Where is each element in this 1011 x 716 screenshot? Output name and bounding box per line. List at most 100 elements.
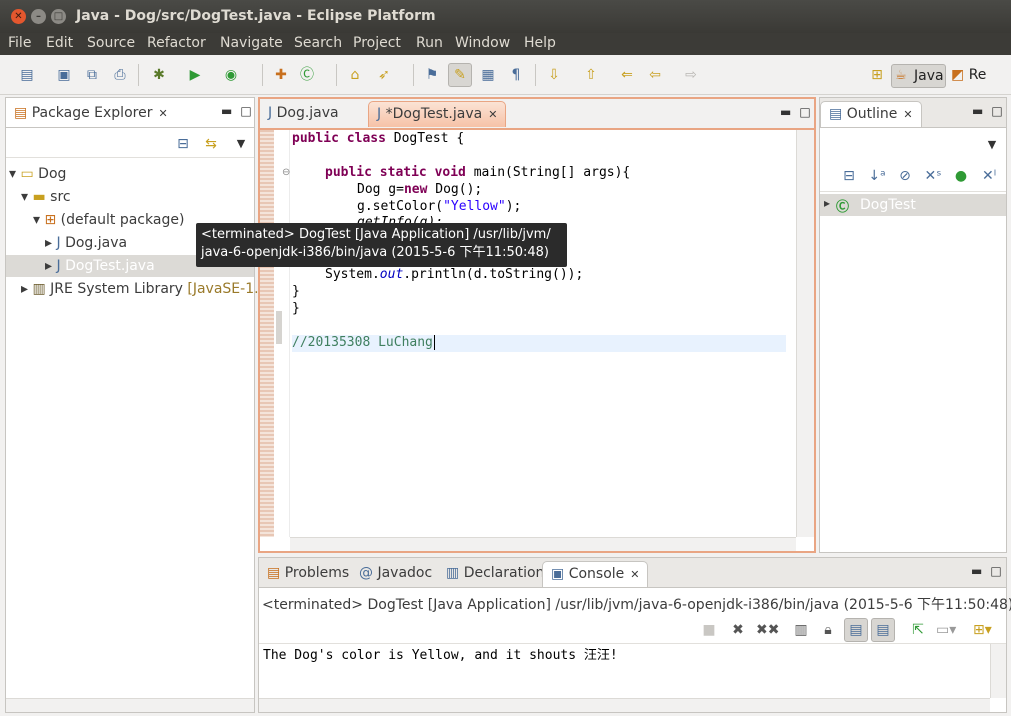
tab-dog-java[interactable]: J Dog.java [260, 101, 347, 127]
remove-launch-icon[interactable]: ✖ [729, 621, 747, 639]
collapse-arrow-icon[interactable]: ▸ [21, 281, 28, 297]
tab-dogtest-java[interactable]: J *DogTest.java ✕ [368, 101, 507, 127]
show-on-stdout-icon[interactable]: ▤ [847, 621, 865, 639]
minimize-maximize-icon[interactable]: ▬□ [221, 104, 260, 118]
tab-javadoc[interactable]: @ Javadoc [351, 561, 440, 587]
minimize-maximize-icon[interactable]: ▬□ [971, 564, 1010, 578]
package-explorer-tab[interactable]: ▤ Package Explorer ✕ [6, 101, 176, 127]
tree-item-src[interactable]: ▾ ▬ src [21, 189, 71, 205]
tree-item-dogtest-java[interactable]: ▸ J DogTest.java [45, 258, 155, 274]
collapse-arrow-icon[interactable]: ▸ [45, 235, 52, 251]
scroll-lock-icon[interactable]: 🔒︎ [819, 621, 837, 639]
remove-all-launches-icon[interactable]: ✖✖ [756, 621, 779, 639]
menu-refactor[interactable]: Refactor [147, 35, 206, 51]
close-icon[interactable]: ✕ [903, 108, 912, 121]
horizontal-scrollbar[interactable] [259, 698, 990, 712]
last-edit-icon[interactable]: ⇐ [618, 66, 636, 84]
code-line-12[interactable]: //20135308 LuChang [292, 335, 435, 350]
save-all-icon[interactable]: ⧉ [83, 66, 101, 84]
next-annotation-icon[interactable]: ⇩ [545, 66, 563, 84]
code-line-4[interactable]: Dog g=new Dog(); [357, 182, 482, 197]
outline-tab[interactable]: ▤ Outline ✕ [820, 101, 922, 127]
print-icon[interactable]: ⎙ [111, 66, 129, 84]
menu-search[interactable]: Search [294, 35, 342, 51]
code-line-8[interactable]: System.out.println(d.toString()); [325, 267, 583, 282]
sort-icon[interactable]: ↓ᵃ [868, 167, 886, 185]
close-icon[interactable]: ✕ [630, 568, 639, 581]
tree-item-jre-library[interactable]: ▸ ▥ JRE System Library [JavaSE-1.6] [21, 281, 273, 297]
java-perspective-button[interactable]: ☕ Java [891, 64, 946, 88]
debug-icon[interactable]: ✱ [150, 66, 168, 84]
expand-arrow-icon[interactable]: ▾ [33, 212, 40, 228]
horizontal-scrollbar[interactable] [6, 698, 254, 712]
close-window-button[interactable]: ✕ [11, 9, 26, 24]
hide-local-types-icon[interactable]: ✕ˡ [980, 167, 998, 185]
show-whitespace-icon[interactable]: ¶ [507, 66, 525, 84]
minimize-maximize-icon[interactable]: ▬□ [972, 104, 1011, 118]
back-icon[interactable]: ⇦ [646, 66, 664, 84]
menu-edit[interactable]: Edit [46, 35, 73, 51]
mark-occurrences-icon[interactable]: ✎ [451, 66, 469, 84]
code-line-1[interactable]: public class DogTest { [292, 131, 464, 146]
new-icon[interactable]: ▤ [18, 66, 36, 84]
pin-console-icon[interactable]: ⇱ [909, 621, 927, 639]
hide-fields-icon[interactable]: ⊘ [896, 167, 914, 185]
tab-problems[interactable]: ▤ Problems [259, 561, 357, 587]
close-icon[interactable]: ✕ [488, 108, 497, 121]
vertical-scrollbar[interactable] [990, 644, 1006, 698]
menu-help[interactable]: Help [524, 35, 556, 51]
tree-item-default-package[interactable]: ▾ ⊞ (default package) [33, 212, 184, 228]
display-console-icon[interactable]: ▭▾ [936, 621, 956, 639]
hide-nonpublic-icon[interactable]: ● [952, 167, 970, 185]
open-type-icon[interactable]: ⌂ [346, 66, 364, 84]
collapse-all-icon[interactable]: ⊟ [174, 135, 192, 153]
link-with-editor-icon[interactable]: ⇆ [202, 135, 220, 153]
code-line-10[interactable]: } [292, 301, 300, 316]
re-perspective-button[interactable]: ◩ Re [951, 67, 986, 83]
search-icon[interactable]: ➶ [375, 66, 393, 84]
code-line-5[interactable]: g.setColor("Yellow"); [357, 199, 521, 214]
show-on-stderr-icon[interactable]: ▤ [874, 621, 892, 639]
save-icon[interactable]: ▣ [55, 66, 73, 84]
code-line-9[interactable]: } [292, 284, 300, 299]
close-icon[interactable]: ✕ [158, 107, 167, 120]
maximize-window-button[interactable]: □ [51, 9, 66, 24]
menu-source[interactable]: Source [87, 35, 135, 51]
tab-console[interactable]: ▣ Console ✕ [542, 561, 649, 587]
vertical-scrollbar[interactable] [796, 130, 814, 537]
collapse-all-icon[interactable]: ⊟ [840, 167, 858, 185]
prev-annotation-icon[interactable]: ⇧ [582, 66, 600, 84]
menu-window[interactable]: Window [455, 35, 510, 51]
new-class-icon[interactable]: Ⓒ [298, 66, 316, 84]
clear-console-icon[interactable]: ▥ [792, 621, 810, 639]
tab-declaration[interactable]: ▥ Declaration [438, 561, 552, 587]
outline-item-dogtest[interactable]: ▸ Ⓒ DogTest [820, 194, 1006, 216]
open-perspective-icon[interactable]: ⊞ [868, 66, 886, 84]
view-menu-icon[interactable]: ▼ [983, 136, 1001, 154]
terminate-icon[interactable]: ■ [700, 621, 718, 639]
menu-file[interactable]: File [8, 35, 31, 51]
tree-item-dog[interactable]: ▾ ▭ Dog [9, 166, 66, 182]
hide-static-icon[interactable]: ✕ˢ [924, 167, 942, 185]
open-console-icon[interactable]: ⊞▾ [973, 621, 992, 639]
expand-arrow-icon[interactable]: ▾ [9, 166, 16, 182]
minimize-window-button[interactable]: – [31, 9, 46, 24]
minimize-maximize-icon[interactable]: ▬□ [780, 105, 819, 119]
collapse-arrow-icon[interactable]: ▸ [45, 258, 52, 274]
tree-item-dog-java[interactable]: ▸ J Dog.java [45, 235, 127, 251]
run-icon[interactable]: ▶ [186, 66, 204, 84]
run-external-icon[interactable]: ◉ [222, 66, 240, 84]
horizontal-scrollbar[interactable] [290, 537, 796, 551]
expand-arrow-icon[interactable]: ▾ [21, 189, 28, 205]
fold-icon[interactable]: ⊖ [282, 167, 290, 178]
collapse-arrow-icon[interactable]: ▸ [824, 196, 830, 210]
view-menu-icon[interactable]: ▼ [232, 135, 250, 153]
annotation-icon[interactable]: ⚑ [423, 66, 441, 84]
menu-navigate[interactable]: Navigate [220, 35, 283, 51]
block-selection-icon[interactable]: ▦ [479, 66, 497, 84]
menu-run[interactable]: Run [416, 35, 443, 51]
console-output[interactable]: The Dog's color is Yellow, and it shouts… [263, 644, 618, 663]
code-line-3[interactable]: public static void main(String[] args){ [325, 165, 630, 180]
menu-project[interactable]: Project [353, 35, 401, 51]
new-java-project-icon[interactable]: ✚ [272, 66, 290, 84]
